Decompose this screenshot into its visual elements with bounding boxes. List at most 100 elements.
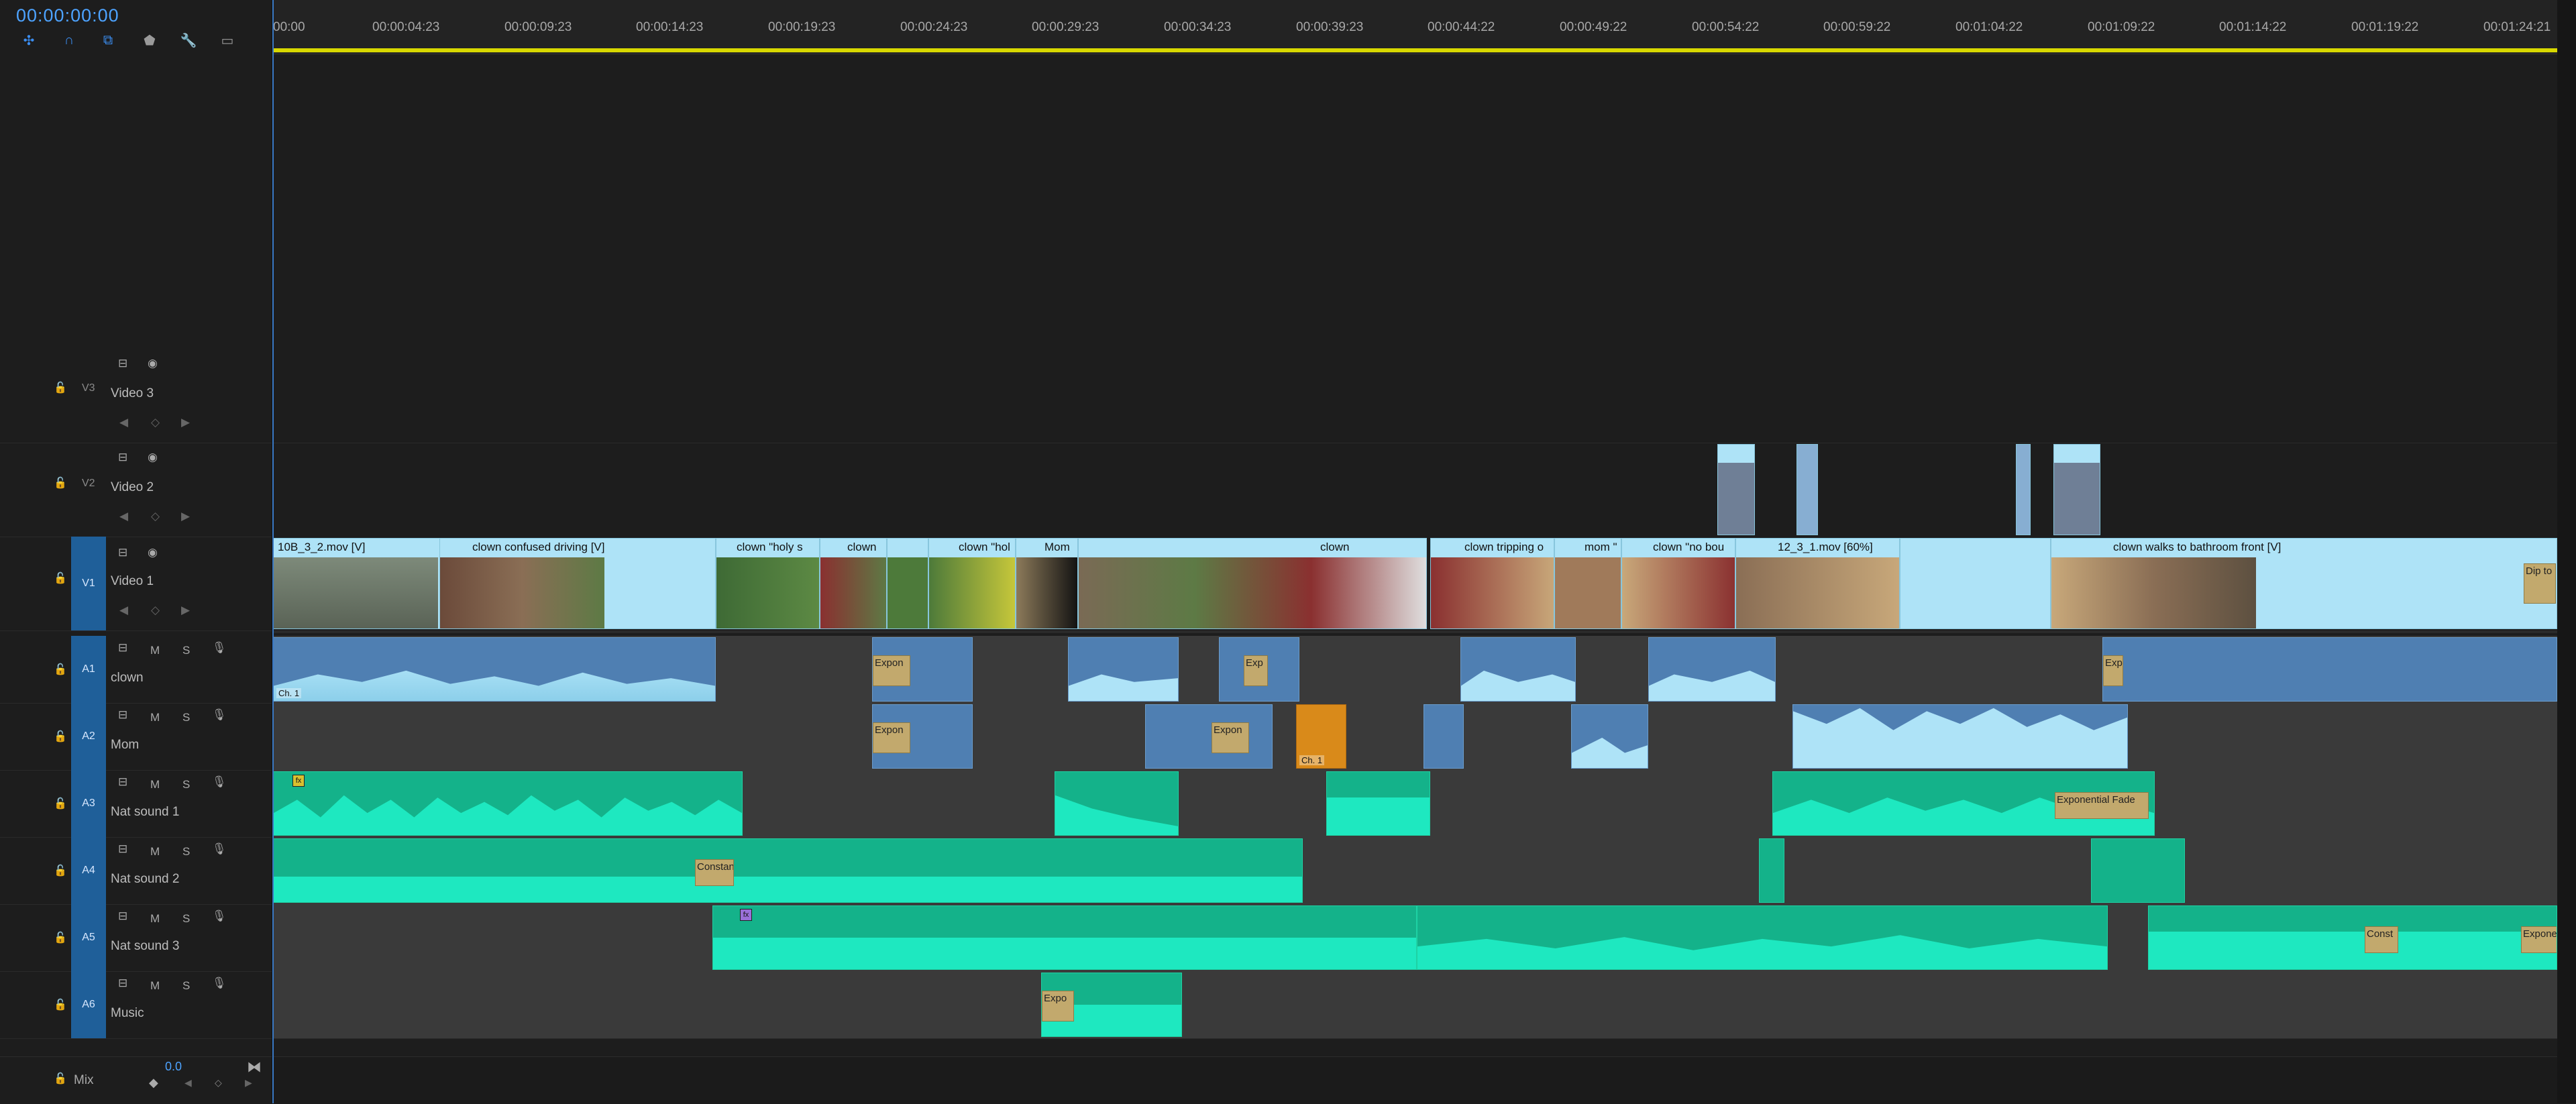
- mix-track-area[interactable]: [273, 1057, 2557, 1104]
- video-clip[interactable]: clown: [1078, 538, 1427, 629]
- keyframe-icon[interactable]: ◇: [151, 604, 160, 617]
- solo-button[interactable]: S: [182, 845, 190, 859]
- sync-lock-icon[interactable]: ⊟: [118, 546, 127, 559]
- microphone-icon[interactable]: 🎙: [212, 775, 227, 789]
- snap-icon[interactable]: ✣: [20, 32, 38, 48]
- audio-clip[interactable]: [1571, 704, 1648, 769]
- marker-icon[interactable]: ⬟: [141, 32, 158, 48]
- eye-icon[interactable]: ◉: [148, 546, 158, 559]
- sync-lock-icon[interactable]: ⊟: [118, 842, 127, 856]
- audio-clip[interactable]: [1759, 838, 1784, 903]
- track-area-v3[interactable]: [273, 349, 2557, 443]
- linked-selection-icon[interactable]: ⧉: [99, 32, 117, 48]
- audio-transition[interactable]: Constan: [695, 859, 734, 886]
- lock-icon[interactable]: 🔓: [54, 931, 67, 944]
- track-id[interactable]: A6: [71, 971, 106, 1038]
- audio-transition[interactable]: Expon: [1212, 722, 1249, 753]
- microphone-icon[interactable]: 🎙: [212, 708, 227, 722]
- track-area-a1[interactable]: Ch. 1 Expon Exp Exp: [273, 636, 2557, 704]
- lock-icon[interactable]: 🔓: [54, 663, 67, 675]
- mute-button[interactable]: M: [150, 778, 160, 791]
- sync-lock-icon[interactable]: ⊟: [118, 708, 127, 722]
- audio-clip[interactable]: fx: [712, 905, 1417, 970]
- playhead[interactable]: [272, 0, 274, 1103]
- lock-icon[interactable]: 🔓: [54, 730, 67, 742]
- mute-button[interactable]: M: [150, 979, 160, 993]
- audio-clip[interactable]: fx: [273, 771, 743, 836]
- audio-clip[interactable]: [1055, 771, 1179, 836]
- lock-icon[interactable]: 🔓: [54, 864, 67, 877]
- video-clip[interactable]: [2053, 444, 2100, 535]
- microphone-icon[interactable]: 🎙: [212, 909, 227, 923]
- lock-icon[interactable]: 🔓: [54, 797, 67, 810]
- sync-lock-icon[interactable]: ⊟: [118, 977, 127, 990]
- sync-lock-icon[interactable]: ⊟: [118, 357, 127, 370]
- track-area-a5[interactable]: fx Const Exponen: [273, 904, 2557, 972]
- next-keyframe-icon[interactable]: ▶: [181, 604, 190, 617]
- lock-icon[interactable]: 🔓: [54, 476, 67, 489]
- audio-clip[interactable]: Constan: [273, 838, 1303, 903]
- captions-icon[interactable]: ▭: [219, 32, 236, 48]
- lock-icon[interactable]: 🔓: [54, 571, 67, 584]
- video-clip[interactable]: mom ": [1554, 538, 1621, 629]
- audio-clip[interactable]: Exp: [1219, 637, 1299, 702]
- next-keyframe-icon[interactable]: ▶: [245, 1077, 252, 1089]
- solo-button[interactable]: S: [182, 979, 190, 993]
- track-id[interactable]: A2: [71, 703, 106, 770]
- audio-clip[interactable]: [1648, 637, 1776, 702]
- video-clip[interactable]: clown: [820, 538, 887, 629]
- video-clip[interactable]: [1796, 444, 1818, 535]
- next-keyframe-icon[interactable]: ▶: [181, 510, 190, 523]
- audio-clip[interactable]: [1326, 771, 1430, 836]
- audio-clip[interactable]: [1460, 637, 1576, 702]
- track-area-a3[interactable]: fx Exponential Fade: [273, 770, 2557, 838]
- audio-clip[interactable]: Expon: [872, 637, 973, 702]
- audio-clip[interactable]: [1792, 704, 2128, 769]
- video-clip[interactable]: 12_3_1.mov [60%]: [1735, 538, 1900, 629]
- audio-transition[interactable]: Expo: [1042, 991, 1074, 1022]
- track-id[interactable]: V3: [82, 382, 95, 394]
- transition-dip[interactable]: Dip to: [2524, 563, 2556, 604]
- next-keyframe-icon[interactable]: ▶: [181, 416, 190, 429]
- video-clip[interactable]: [1717, 444, 1755, 535]
- video-clip[interactable]: clown confused driving [V]: [439, 538, 716, 629]
- video-clip[interactable]: clown "no bou: [1621, 538, 1735, 629]
- add-keyframe-icon[interactable]: ◆: [149, 1076, 158, 1090]
- magnet-icon[interactable]: ∩: [60, 32, 78, 48]
- fx-badge[interactable]: fx: [740, 909, 752, 921]
- audio-clip[interactable]: Expon: [872, 704, 973, 769]
- track-area-v2[interactable]: [273, 443, 2557, 537]
- lock-icon[interactable]: 🔓: [54, 998, 67, 1011]
- track-id[interactable]: A3: [71, 770, 106, 837]
- video-clip[interactable]: [1900, 538, 2051, 629]
- audio-clip[interactable]: Exp: [2102, 637, 2557, 702]
- sync-lock-icon[interactable]: ⊟: [118, 909, 127, 923]
- keyframe-icon[interactable]: ◇: [151, 510, 160, 523]
- audio-clip[interactable]: [1068, 637, 1179, 702]
- track-area-a2[interactable]: Expon Expon Ch. 1: [273, 703, 2557, 771]
- track-id[interactable]: A1: [71, 636, 106, 703]
- solo-button[interactable]: S: [182, 912, 190, 926]
- work-area-bar[interactable]: [273, 48, 2557, 52]
- track-id[interactable]: A4: [71, 837, 106, 904]
- microphone-icon[interactable]: 🎙: [212, 977, 227, 990]
- prev-keyframe-icon[interactable]: ◀: [119, 510, 128, 523]
- track-area-a4[interactable]: Constan: [273, 837, 2557, 905]
- track-area-a6[interactable]: Expo: [273, 971, 2557, 1039]
- sync-lock-icon[interactable]: ⊟: [118, 451, 127, 464]
- wrench-icon[interactable]: 🔧: [180, 32, 197, 48]
- video-clip[interactable]: clown walks to bathroom front [V]: [2051, 538, 2557, 629]
- audio-transition[interactable]: Expon: [873, 722, 910, 753]
- track-id[interactable]: A5: [71, 904, 106, 971]
- solo-button[interactable]: S: [182, 711, 190, 724]
- video-clip[interactable]: [887, 538, 928, 629]
- audio-clip[interactable]: Exponential Fade: [1772, 771, 2155, 836]
- lock-icon[interactable]: 🔓: [54, 1072, 67, 1085]
- audio-clip[interactable]: [1424, 704, 1464, 769]
- mix-collapse-icon[interactable]: ⧓: [247, 1058, 262, 1076]
- keyframe-icon[interactable]: ◇: [151, 416, 160, 429]
- audio-clip[interactable]: [2091, 838, 2185, 903]
- audio-clip[interactable]: [1417, 905, 2108, 970]
- sync-lock-icon[interactable]: ⊟: [118, 775, 127, 789]
- audio-clip[interactable]: Expon: [1145, 704, 1273, 769]
